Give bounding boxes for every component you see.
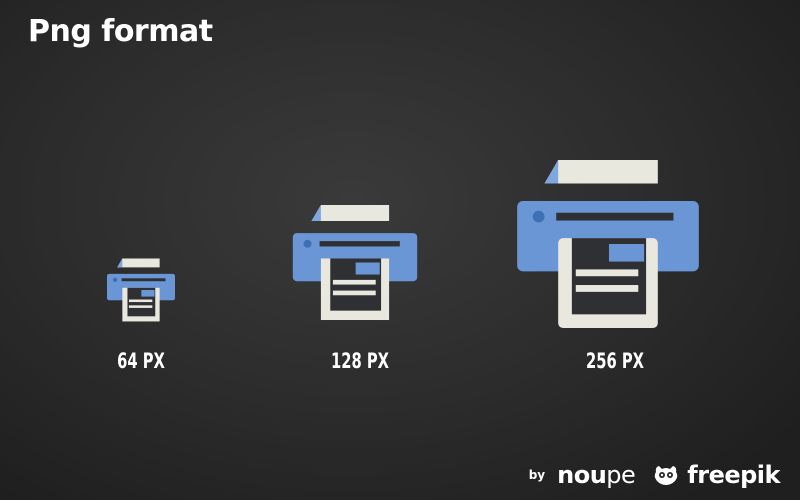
noupe-logo-bold: nou xyxy=(557,461,607,489)
noupe-logo-light: pe xyxy=(606,461,636,489)
noupe-logo: noupe xyxy=(557,461,636,489)
page-title: Png format xyxy=(28,14,213,49)
printer-icon xyxy=(107,258,175,322)
printer-icon xyxy=(292,205,418,320)
freepik-logo: freepik xyxy=(687,461,780,489)
footer-credits: by noupe freepik xyxy=(528,460,781,490)
size-label-256: 256 PX xyxy=(585,349,645,373)
by-label: by xyxy=(528,468,546,482)
printer-icon xyxy=(517,160,699,328)
freepik-owl-icon xyxy=(655,466,678,485)
size-label-64: 64 PX xyxy=(117,349,165,373)
size-label-128: 128 PX xyxy=(330,349,390,373)
